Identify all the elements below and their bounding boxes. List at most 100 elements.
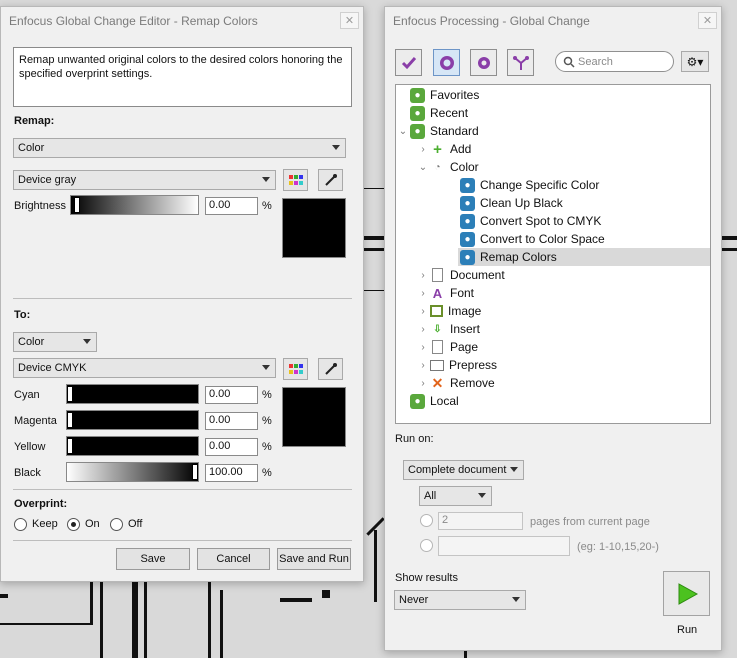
- divider: [13, 540, 352, 541]
- tree-item-recent[interactable]: ● Recent: [398, 104, 468, 122]
- remap-colorspace-select[interactable]: Device gray: [13, 170, 276, 190]
- document-line: [0, 594, 8, 598]
- remap-mode-select[interactable]: Color: [13, 138, 346, 158]
- checks-tool-button[interactable]: [395, 49, 422, 76]
- slider-handle[interactable]: [67, 412, 73, 428]
- to-colorspace-select[interactable]: Device CMYK: [13, 358, 276, 378]
- cyan-slider[interactable]: [66, 384, 199, 404]
- source-color-swatch: [282, 198, 346, 258]
- chevron-right-icon[interactable]: ›: [418, 288, 428, 299]
- black-input[interactable]: 100.00: [205, 464, 258, 482]
- slider-handle[interactable]: [74, 197, 80, 213]
- settings-tool-button[interactable]: [470, 49, 497, 76]
- overprint-on-radio[interactable]: [67, 518, 80, 531]
- action-icon: ●: [460, 195, 475, 211]
- eyedropper-icon: [324, 174, 337, 186]
- run-on-select[interactable]: Complete document: [403, 460, 524, 480]
- brightness-slider[interactable]: [70, 195, 199, 215]
- black-slider[interactable]: [66, 462, 199, 482]
- chevron-right-icon[interactable]: ›: [418, 342, 428, 353]
- page-range-radio[interactable]: [420, 539, 433, 552]
- checkmark-icon: [401, 56, 416, 69]
- gear-icon: ⚙▾: [686, 54, 704, 69]
- page-icon: [432, 340, 443, 354]
- document-arrow: [374, 530, 377, 602]
- document-line: [144, 580, 147, 658]
- tree-item-color[interactable]: ⌄ ◔ Color: [418, 158, 479, 176]
- tree-item-prepress[interactable]: › Prepress: [418, 356, 497, 374]
- eyedropper-icon: [324, 363, 337, 375]
- cyan-input[interactable]: 0.00: [205, 386, 258, 404]
- tree-item-font[interactable]: › A Font: [418, 284, 474, 302]
- tree-item-add[interactable]: › + Add: [418, 140, 471, 158]
- pages-count-input[interactable]: 2: [438, 512, 523, 530]
- global-change-tool-button[interactable]: [433, 49, 460, 76]
- slider-handle[interactable]: [192, 464, 198, 480]
- globe-folder-icon: ●: [410, 393, 425, 409]
- chevron-right-icon[interactable]: ›: [418, 378, 428, 389]
- options-menu-button[interactable]: ⚙▾: [681, 51, 709, 72]
- tree-item-change-specific-color[interactable]: ● Change Specific Color: [458, 176, 599, 194]
- remap-colorspace-value: Device gray: [18, 174, 77, 186]
- swatches-icon: [288, 364, 303, 374]
- magenta-input[interactable]: 0.00: [205, 412, 258, 430]
- action-icon: ●: [460, 213, 475, 229]
- search-input[interactable]: Search: [555, 51, 674, 72]
- to-label: To:: [14, 309, 31, 321]
- chevron-right-icon[interactable]: ›: [418, 144, 428, 155]
- tree-item-remove[interactable]: › ✕ Remove: [418, 374, 494, 392]
- brightness-input[interactable]: 0.00: [205, 197, 258, 215]
- magenta-slider[interactable]: [66, 410, 199, 430]
- show-results-select[interactable]: Never: [394, 590, 526, 610]
- chevron-down-icon: [510, 467, 518, 472]
- tree-label: Prepress: [449, 358, 498, 372]
- save-button[interactable]: Save: [116, 548, 190, 570]
- yellow-input[interactable]: 0.00: [205, 438, 258, 456]
- tree-item-local[interactable]: ● Local: [398, 392, 459, 410]
- swatch-picker-button[interactable]: [283, 169, 308, 191]
- tree-item-image[interactable]: › Image: [418, 302, 481, 320]
- tree-item-favorites[interactable]: ● Favorites: [398, 86, 479, 104]
- chevron-right-icon[interactable]: ›: [418, 360, 428, 371]
- play-icon: [678, 582, 698, 605]
- tree-item-page[interactable]: › Page: [418, 338, 478, 356]
- tree-item-convert-to-color-space[interactable]: ● Convert to Color Space: [458, 230, 605, 248]
- tree-item-standard[interactable]: ⌄ ● Standard: [398, 122, 479, 140]
- close-button[interactable]: ✕: [340, 12, 359, 29]
- pages-count-radio[interactable]: [420, 514, 433, 527]
- run-button[interactable]: [663, 571, 710, 616]
- close-button[interactable]: ✕: [698, 12, 717, 29]
- processing-title: Enfocus Processing - Global Change: [393, 14, 590, 28]
- tree-item-document[interactable]: › Document: [418, 266, 505, 284]
- eyedropper-button[interactable]: [318, 358, 343, 380]
- chevron-down-icon[interactable]: ⌄: [418, 162, 428, 173]
- chevron-down-icon[interactable]: ⌄: [398, 126, 408, 137]
- chevron-down-icon: [83, 339, 91, 344]
- overprint-off-radio[interactable]: [110, 518, 123, 531]
- slider-handle[interactable]: [67, 386, 73, 402]
- document-line: [100, 580, 103, 658]
- tree-item-clean-up-black[interactable]: ● Clean Up Black: [458, 194, 563, 212]
- chevron-right-icon[interactable]: ›: [418, 306, 428, 317]
- workflow-tool-button[interactable]: [507, 49, 534, 76]
- action-icon: ●: [460, 231, 475, 247]
- percent-label: %: [262, 415, 272, 427]
- to-mode-select[interactable]: Color: [13, 332, 97, 352]
- percent-label: %: [262, 200, 272, 212]
- save-and-run-button[interactable]: Save and Run: [277, 548, 351, 570]
- tree-item-convert-spot-to-cmyk[interactable]: ● Convert Spot to CMYK: [458, 212, 601, 230]
- chevron-right-icon[interactable]: ›: [418, 324, 428, 335]
- swatch-picker-button[interactable]: [283, 358, 308, 380]
- chevron-right-icon[interactable]: ›: [418, 270, 428, 281]
- cancel-button[interactable]: Cancel: [197, 548, 270, 570]
- overprint-keep-radio[interactable]: [14, 518, 27, 531]
- close-icon: ✕: [344, 15, 355, 27]
- tree-item-remap-colors[interactable]: ● Remap Colors: [458, 248, 710, 266]
- eyedropper-button[interactable]: [318, 169, 343, 191]
- page-range-input[interactable]: [438, 536, 570, 556]
- tree-label: Recent: [430, 106, 469, 120]
- yellow-slider[interactable]: [66, 436, 199, 456]
- slider-handle[interactable]: [67, 438, 73, 454]
- pages-select[interactable]: All: [419, 486, 492, 506]
- tree-item-insert[interactable]: › ⇩ Insert: [418, 320, 480, 338]
